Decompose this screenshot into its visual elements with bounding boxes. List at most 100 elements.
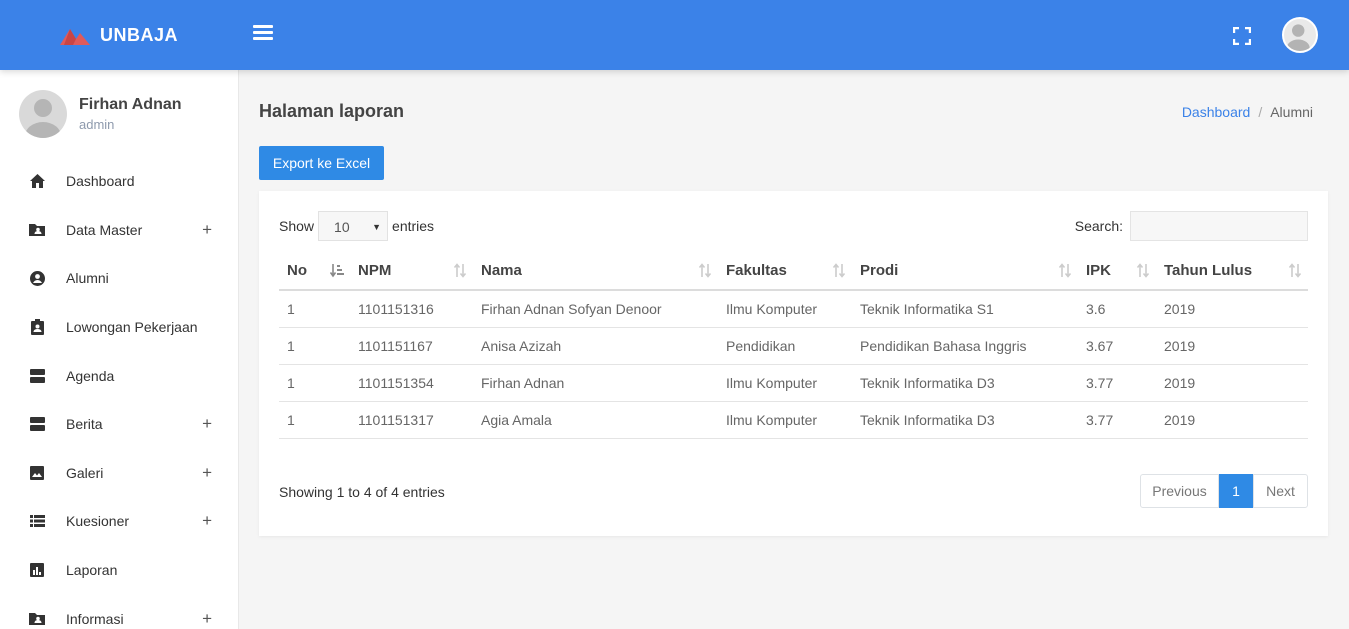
sidebar-item-agenda[interactable]: Agenda: [0, 351, 238, 400]
cell-no: 1: [279, 364, 350, 402]
user-name: Firhan Adnan: [79, 96, 182, 113]
cell-fakultas: Ilmu Komputer: [718, 290, 852, 328]
menu-toggle-icon[interactable]: [253, 25, 273, 45]
sort-icon: [453, 263, 467, 278]
sort-icon: [1288, 263, 1302, 278]
expand-plus-icon[interactable]: +: [202, 609, 212, 629]
cell-nama: Anisa Azizah: [473, 327, 718, 365]
fullscreen-icon[interactable]: [1233, 27, 1251, 45]
clipboard-user-icon: [29, 319, 45, 336]
sidebar-item-label: Data Master: [66, 221, 143, 238]
brand[interactable]: UNBAJA: [60, 22, 178, 48]
sort-icon: [832, 263, 846, 278]
search-input[interactable]: [1130, 211, 1308, 241]
sidebar-menu: Dashboard Data Master + Alumni Lowongan …: [0, 157, 238, 629]
sidebar: Firhan Adnan admin Dashboard Data Master…: [0, 70, 239, 629]
cell-tahun-lulus: 2019: [1156, 327, 1308, 365]
expand-plus-icon[interactable]: +: [202, 220, 212, 240]
report-card: Show 10 ▼ entries Search: No NPM Nama Fa…: [259, 191, 1328, 536]
sidebar-item-label: Alumni: [66, 270, 109, 287]
page-1-button[interactable]: 1: [1219, 474, 1253, 508]
pagination: Previous 1 Next: [1140, 474, 1308, 508]
table-info: Showing 1 to 4 of 4 entries: [279, 484, 445, 500]
cell-npm: 1101151354: [350, 364, 473, 402]
entries-label: entries: [392, 218, 435, 234]
sidebar-item-data-master[interactable]: Data Master +: [0, 206, 238, 255]
export-excel-button[interactable]: Export ke Excel: [259, 146, 384, 180]
page-title: Halaman laporan: [259, 101, 405, 121]
sidebar-item-label: Agenda: [66, 367, 115, 384]
column-header-ipk[interactable]: IPK: [1078, 252, 1156, 291]
cell-fakultas: Ilmu Komputer: [718, 364, 852, 402]
cell-no: 1: [279, 327, 350, 365]
sort-icon: [1058, 263, 1072, 278]
sort-icon: [698, 263, 712, 278]
sidebar-item-label: Informasi: [66, 610, 124, 627]
user-avatar[interactable]: [1282, 17, 1318, 53]
column-header-tahun-lulus[interactable]: Tahun Lulus: [1156, 252, 1308, 291]
cell-npm: 1101151167: [350, 327, 473, 365]
breadcrumb-dashboard-link[interactable]: Dashboard: [1182, 104, 1251, 120]
image-icon: [29, 465, 45, 481]
sidebar-item-kuesioner[interactable]: Kuesioner +: [0, 497, 238, 546]
table-row: 1 1101151316 Firhan Adnan Sofyan Denoor …: [279, 290, 1308, 328]
sidebar-item-label: Dashboard: [66, 173, 135, 190]
cell-ipk: 3.77: [1078, 401, 1156, 439]
column-header-label: NPM: [358, 262, 392, 279]
entries-select[interactable]: 10 ▼: [318, 211, 389, 241]
view-agenda-icon: [29, 416, 45, 432]
breadcrumb: Dashboard / Alumni: [1182, 104, 1313, 120]
expand-plus-icon[interactable]: +: [202, 463, 212, 483]
cell-tahun-lulus: 2019: [1156, 364, 1308, 402]
column-header-npm[interactable]: NPM: [350, 252, 473, 291]
table-header-row: No NPM Nama Fakultas Prodi IPK Tahun Lul…: [279, 252, 1308, 291]
cell-tahun-lulus: 2019: [1156, 401, 1308, 439]
topbar: UNBAJA: [0, 0, 1349, 70]
expand-plus-icon[interactable]: +: [202, 414, 212, 434]
cell-no: 1: [279, 401, 350, 439]
list-icon: [29, 513, 45, 529]
sidebar-item-alumni[interactable]: Alumni: [0, 254, 238, 303]
table-row: 1 1101151354 Firhan Adnan Ilmu Komputer …: [279, 364, 1308, 402]
sort-icon: [1136, 263, 1150, 278]
cell-tahun-lulus: 2019: [1156, 290, 1308, 328]
column-header-label: IPK: [1086, 262, 1112, 279]
table-row: 1 1101151167 Anisa Azizah Pendidikan Pen…: [279, 327, 1308, 365]
user-circle-icon: [29, 270, 45, 286]
table-search: Search:: [1075, 211, 1308, 241]
cell-prodi: Pendidikan Bahasa Inggris: [852, 327, 1078, 365]
column-header-label: Tahun Lulus: [1164, 262, 1253, 279]
sidebar-item-laporan[interactable]: Laporan: [0, 546, 238, 595]
alumni-report-table: No NPM Nama Fakultas Prodi IPK Tahun Lul…: [279, 252, 1308, 439]
column-header-fakultas[interactable]: Fakultas: [718, 252, 852, 291]
cell-fakultas: Ilmu Komputer: [718, 401, 852, 439]
sidebar-item-lowongan[interactable]: Lowongan Pekerjaan: [0, 303, 238, 352]
expand-plus-icon[interactable]: +: [202, 511, 212, 531]
column-header-prodi[interactable]: Prodi: [852, 252, 1078, 291]
sidebar-item-label: Laporan: [66, 562, 118, 579]
cell-prodi: Teknik Informatika D3: [852, 401, 1078, 439]
cell-ipk: 3.67: [1078, 327, 1156, 365]
column-header-no[interactable]: No: [279, 252, 350, 291]
column-header-nama[interactable]: Nama: [473, 252, 718, 291]
folder-user-icon: [29, 611, 45, 627]
sidebar-item-informasi[interactable]: Informasi +: [0, 594, 238, 629]
sidebar-item-label: Galeri: [66, 464, 104, 481]
next-page-button[interactable]: Next: [1253, 474, 1308, 508]
breadcrumb-separator: /: [1258, 104, 1263, 120]
sidebar-item-label: Kuesioner: [66, 513, 130, 530]
sidebar-item-galeri[interactable]: Galeri +: [0, 449, 238, 498]
column-header-label: No: [287, 262, 307, 279]
search-label: Search:: [1074, 218, 1123, 234]
dropdown-arrow-icon: ▼: [372, 222, 382, 232]
sidebar-item-dashboard[interactable]: Dashboard: [0, 157, 238, 206]
column-header-label: Fakultas: [726, 262, 787, 279]
show-label: Show: [279, 218, 315, 234]
sidebar-item-berita[interactable]: Berita +: [0, 400, 238, 449]
avatar: [19, 90, 67, 138]
previous-page-button[interactable]: Previous: [1140, 474, 1219, 508]
sidebar-user: Firhan Adnan admin: [19, 90, 182, 138]
table-row: 1 1101151317 Agia Amala Ilmu Komputer Te…: [279, 401, 1308, 439]
home-icon: [29, 173, 45, 189]
cell-prodi: Teknik Informatika D3: [852, 364, 1078, 402]
